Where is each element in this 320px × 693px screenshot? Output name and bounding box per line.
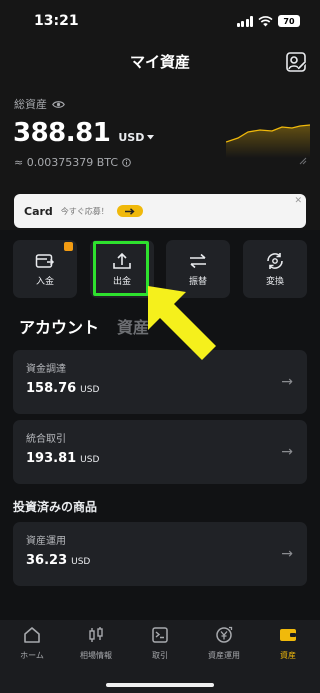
wallet-icon xyxy=(280,629,296,641)
status-time: 13:21 xyxy=(34,13,79,29)
banner-close-icon[interactable]: ✕ xyxy=(294,196,302,206)
status-icons: 70 xyxy=(236,15,300,27)
balance-value: 388.81 xyxy=(13,118,111,148)
currency-label: USD xyxy=(118,131,145,144)
card-value: 158.76 xyxy=(26,381,77,396)
transfer-icon xyxy=(190,253,206,268)
battery-icon: 70 xyxy=(278,15,300,27)
convert-icon xyxy=(267,252,283,269)
info-icon[interactable] xyxy=(122,158,131,167)
earn-account-card[interactable]: 資産運用 36.23 USD → xyxy=(13,522,307,586)
card-unit: USD xyxy=(80,385,100,395)
balance-label-text: 総資産 xyxy=(14,98,47,111)
card-unit: USD xyxy=(71,557,91,567)
deposit-label: 入金 xyxy=(35,276,54,287)
highlight-box xyxy=(93,241,149,296)
card-value-row: 158.76 USD xyxy=(26,381,294,396)
currency-selector[interactable]: USD xyxy=(118,131,155,144)
tab-account[interactable]: アカウント xyxy=(19,314,99,338)
convert-button[interactable]: 変換 xyxy=(243,240,307,298)
card-title: 資産運用 xyxy=(26,536,66,547)
btc-equivalent-row: ≈ 0.00375379 BTC xyxy=(14,156,131,169)
pointer-arrow-icon xyxy=(148,286,216,360)
banner-title: Card xyxy=(24,204,53,218)
nav-label: ホーム xyxy=(20,651,44,660)
card-value-row: 36.23 USD xyxy=(26,553,294,568)
arrow-right-icon: → xyxy=(281,444,293,460)
unified-trading-card[interactable]: 統合取引 193.81 USD → xyxy=(13,420,307,484)
caret-down-icon xyxy=(147,135,155,140)
nav-label: 相場情報 xyxy=(80,651,112,660)
balance-label: 総資産 xyxy=(14,96,65,112)
card-value-row: 193.81 USD xyxy=(26,451,294,466)
trade-icon xyxy=(152,627,168,643)
home-indicator xyxy=(106,683,214,687)
nav-label: 取引 xyxy=(152,651,168,660)
page-title: マイ資産 xyxy=(129,52,190,71)
deposit-icon xyxy=(35,253,55,268)
nav-assets[interactable]: 資産 xyxy=(256,625,320,693)
nav-home[interactable]: ホーム xyxy=(0,625,64,693)
status-bar: 13:21 70 xyxy=(0,0,320,42)
account-edit-icon[interactable] xyxy=(284,50,308,74)
card-unit: USD xyxy=(80,455,100,465)
eye-icon[interactable] xyxy=(52,100,65,109)
candlestick-icon xyxy=(89,627,103,642)
header: マイ資産 xyxy=(0,46,320,76)
wifi-icon xyxy=(258,15,273,26)
card-title: 統合取引 xyxy=(26,434,66,445)
card-value: 36.23 xyxy=(26,553,68,568)
arrow-right-icon: → xyxy=(281,374,293,390)
home-icon xyxy=(24,627,40,643)
banner-arrow-icon[interactable] xyxy=(116,205,143,217)
arrow-right-icon: → xyxy=(281,546,293,562)
gift-icon xyxy=(64,242,73,251)
earn-icon xyxy=(216,626,233,643)
convert-label: 変換 xyxy=(265,276,284,287)
signal-icon xyxy=(236,15,253,27)
promo-banner[interactable]: Card 今すぐ応募！ ✕ xyxy=(14,194,306,228)
invested-products-heading: 投資済みの商品 xyxy=(13,500,98,514)
banner-subtitle: 今すぐ応募！ xyxy=(60,206,109,216)
card-value: 193.81 xyxy=(26,451,77,466)
nav-label: 資産 xyxy=(280,651,296,660)
deposit-button[interactable]: 入金 xyxy=(13,240,77,298)
nav-label: 資産運用 xyxy=(208,651,240,660)
balance-row: 388.81 USD xyxy=(13,118,155,148)
btc-equivalent: ≈ 0.00375379 BTC xyxy=(14,156,118,169)
balance-sparkline[interactable] xyxy=(226,118,310,166)
asset-tabs: アカウント 資産 xyxy=(19,314,149,338)
